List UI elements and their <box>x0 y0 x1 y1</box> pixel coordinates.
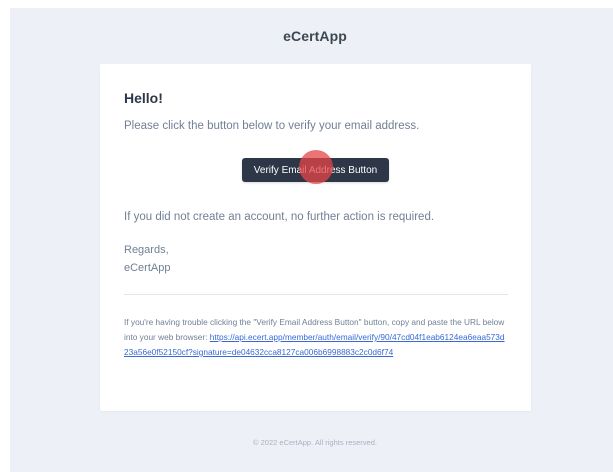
regards-label: Regards, <box>124 244 169 256</box>
divider <box>124 294 508 295</box>
greeting-heading: Hello! <box>124 90 163 106</box>
signature: Regards, eCertApp <box>124 241 170 277</box>
app-name-header[interactable]: eCertApp <box>0 28 613 44</box>
verify-email-button[interactable]: Verify Email Address Button <box>242 158 389 182</box>
intro-text: Please click the button below to verify … <box>124 120 420 132</box>
subcopy: If you're having trouble clicking the "V… <box>124 315 508 360</box>
footer-copyright: © 2022 eCertApp. All rights reserved. <box>253 438 377 447</box>
regards-name: eCertApp <box>124 262 171 274</box>
no-action-text: If you did not create an account, no fur… <box>124 211 435 223</box>
email-card: Hello! Please click the button below to … <box>100 64 531 411</box>
